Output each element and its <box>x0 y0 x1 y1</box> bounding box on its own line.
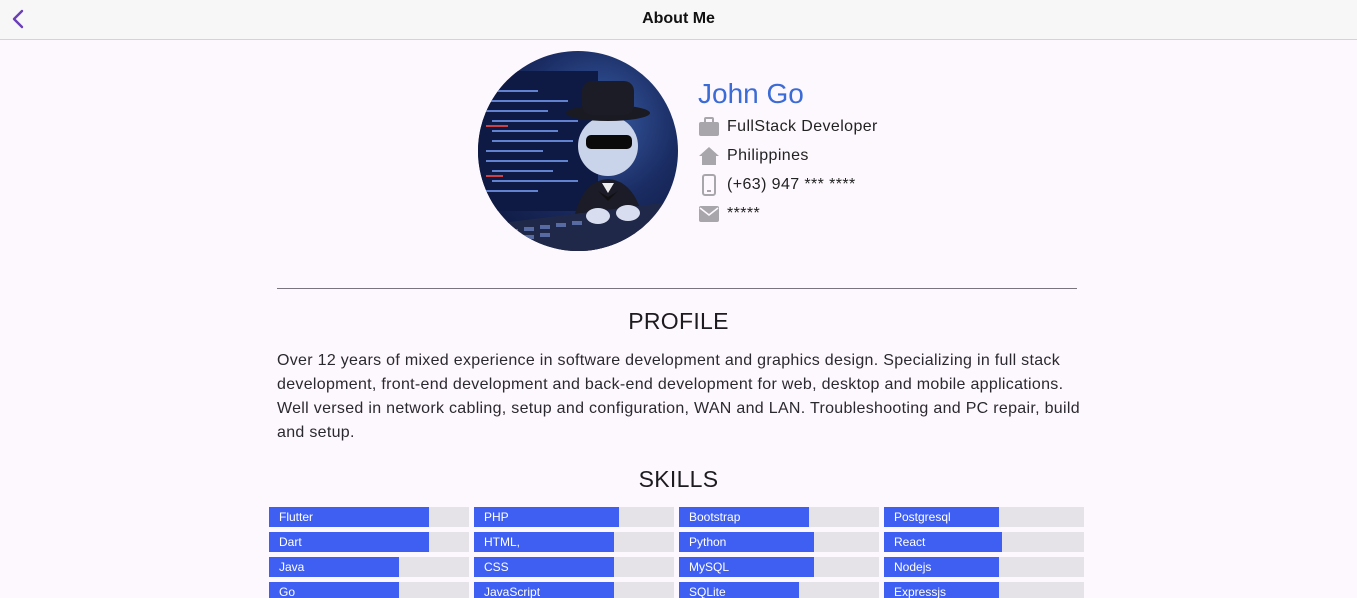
email-text: ***** <box>727 204 761 222</box>
skill-label: Go <box>279 585 296 598</box>
skill-label: SQLite <box>689 585 726 598</box>
phone-row: (+63) 947 *** **** <box>698 170 1098 199</box>
profile-name: John Go <box>698 78 804 109</box>
skill-label: CSS <box>484 560 509 574</box>
mail-icon <box>698 203 720 225</box>
skill-bar: Nodejs <box>884 557 1084 577</box>
skill-bar: Postgresql <box>884 507 1084 527</box>
skill-label: Nodejs <box>894 560 932 574</box>
skill-bar: Java <box>269 557 469 577</box>
skill-label: Postgresql <box>894 510 951 524</box>
skill-bar: Flutter <box>269 507 469 527</box>
job-row: FullStack Developer <box>698 112 1098 141</box>
skill-label: Bootstrap <box>689 510 741 524</box>
back-button[interactable] <box>6 6 30 32</box>
skill-label: Flutter <box>279 510 314 524</box>
skill-label: React <box>894 535 926 549</box>
skill-label: PHP <box>484 510 509 524</box>
skill-label: Python <box>689 535 727 549</box>
skill-label: MySQL <box>689 560 730 574</box>
skill-bar: React <box>884 532 1084 552</box>
home-icon <box>698 145 720 167</box>
skill-bar: MySQL <box>679 557 879 577</box>
skill-label: JavaScript <box>484 585 541 598</box>
profile-description: Over 12 years of mixed experience in sof… <box>277 352 1080 441</box>
skill-label: HTML, <box>484 535 520 549</box>
skill-bar: PHP <box>474 507 674 527</box>
avatar <box>478 51 678 251</box>
skill-label: Java <box>279 560 305 574</box>
email-row: ***** <box>698 199 1098 228</box>
skill-bar: Go <box>269 582 469 598</box>
back-arrow-icon <box>12 9 24 29</box>
profile-section-title: PROFILE <box>628 308 729 334</box>
skill-bar: Dart <box>269 532 469 552</box>
divider <box>277 288 1077 289</box>
skill-bar: CSS <box>474 557 674 577</box>
app-bar: About Me <box>0 0 1357 40</box>
phone-icon <box>698 173 720 196</box>
briefcase-icon <box>698 116 720 138</box>
page-title: About Me <box>642 10 715 27</box>
profile-info: John Go FullStack Developer Philippines … <box>698 76 1098 228</box>
skill-bar: Bootstrap <box>679 507 879 527</box>
skill-label: Expressjs <box>894 585 947 598</box>
phone-text: (+63) 947 *** **** <box>727 175 856 193</box>
skill-bar: Expressjs <box>884 582 1084 598</box>
skill-bar: SQLite <box>679 582 879 598</box>
skill-bar: Python <box>679 532 879 552</box>
skill-bar: JavaScript <box>474 582 674 598</box>
job-title: FullStack Developer <box>727 117 878 135</box>
skill-label: Dart <box>279 535 302 549</box>
skills-section-title: SKILLS <box>638 466 719 492</box>
skill-bar: HTML, <box>474 532 674 552</box>
location-row: Philippines <box>698 141 1098 170</box>
location-text: Philippines <box>727 146 809 164</box>
